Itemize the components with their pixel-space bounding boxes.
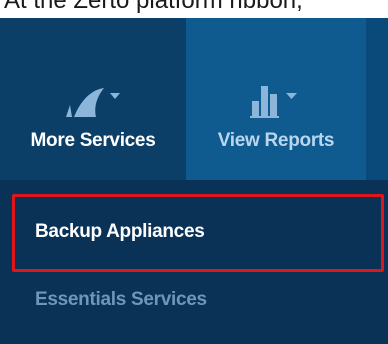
menu-item-label: Backup Appliances — [35, 221, 205, 242]
menu-item-label: Essentials Services — [35, 289, 207, 310]
ribbon-edge — [366, 18, 388, 180]
menu-item-essentials-services[interactable]: Essentials Services — [12, 264, 384, 342]
menu-item-backup-appliances[interactable]: Backup Appliances — [12, 194, 384, 272]
bar-chart-icon — [186, 76, 366, 120]
platform-ribbon: More Services View Reports — [0, 18, 388, 180]
caption-text: At the Zerto platform ribbon, — [4, 0, 303, 14]
view-reports-label: View Reports — [217, 130, 335, 151]
page: At the Zerto platform ribbon, More Servi… — [0, 0, 388, 344]
shark-fin-icon — [0, 76, 186, 120]
view-reports-button[interactable]: View Reports — [186, 18, 366, 180]
more-services-label: More Services — [30, 130, 156, 151]
more-services-dropdown: Backup Appliances Essentials Services — [0, 180, 388, 344]
more-services-button[interactable]: More Services — [0, 18, 186, 180]
caption-strip: At the Zerto platform ribbon, — [0, 0, 388, 18]
